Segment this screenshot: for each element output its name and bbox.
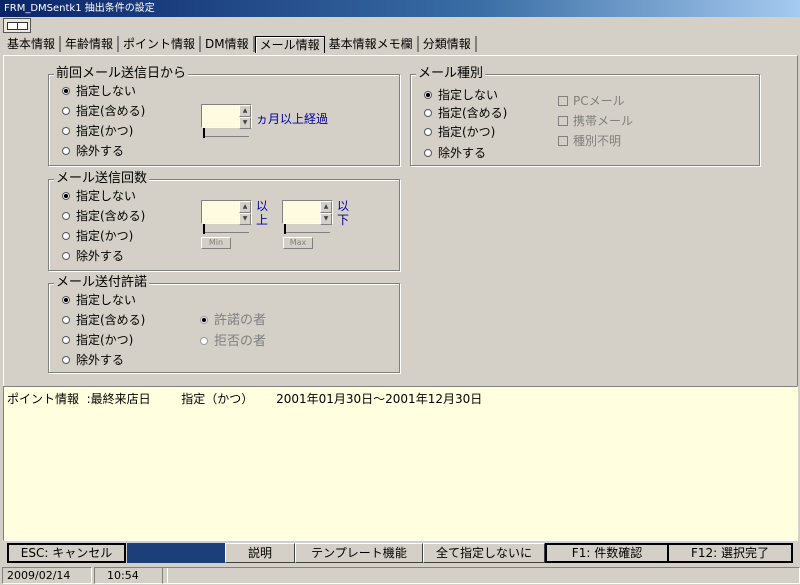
tab-strip: 基本情報 年齢情報 ポイント情報 DM情報 メール情報 基本情報メモ欄 分類情報: [3, 36, 477, 54]
radio-dot-icon: [62, 86, 70, 95]
max-spin-buttons[interactable]: ▲ ▼: [320, 201, 332, 225]
mail-type-radio-and[interactable]: 指定(かつ): [424, 123, 495, 142]
last-mail-radio-none[interactable]: 指定しない: [62, 82, 136, 101]
tab-point-info[interactable]: ポイント情報: [119, 36, 202, 52]
mail-type-radio-include[interactable]: 指定(含める): [424, 104, 507, 123]
last-mail-radio-include[interactable]: 指定(含める): [62, 102, 145, 121]
radio-dot-icon: [62, 126, 70, 135]
radio-dot-icon: [62, 355, 70, 364]
status-date: 2009/02/14: [2, 567, 92, 584]
condition-summary-box[interactable]: ポイント情報 :最終来店日 指定（かつ） 2001年01月30日～2001年12…: [3, 386, 798, 541]
tab-mail-info[interactable]: メール情報: [254, 36, 325, 53]
status-time: 10:54: [94, 567, 168, 584]
months-label: ヵ月以上経過: [256, 112, 329, 126]
max-label: 以下: [337, 199, 350, 227]
radio-dot-icon: [424, 148, 432, 157]
summary-line: ポイント情報 :最終来店日 指定（かつ） 2001年01月30日～2001年12…: [7, 392, 483, 406]
months-spin-buttons[interactable]: ▲ ▼: [239, 105, 251, 129]
mail-count-radio-exclude[interactable]: 除外する: [62, 247, 124, 266]
max-button[interactable]: Max: [283, 237, 313, 249]
help-button[interactable]: 説明: [225, 543, 295, 563]
radio-dot-icon: [62, 106, 70, 115]
book-icon[interactable]: [3, 18, 31, 33]
radio-dot-icon: [62, 335, 70, 344]
months-slider[interactable]: [203, 128, 249, 138]
mail-count-radio-none[interactable]: 指定しない: [62, 187, 136, 206]
blank-key: [127, 543, 225, 563]
tab-dm-info[interactable]: DM情報: [201, 36, 255, 52]
esc-cancel-button[interactable]: ESC: キャンセル: [7, 543, 126, 563]
radio-dot-icon: [200, 336, 208, 345]
min-spin-buttons[interactable]: ▲ ▼: [239, 201, 251, 225]
window-title: FRM_DMSentk1 抽出条件の設定: [4, 3, 155, 14]
status-bar: 2009/02/14 10:54: [0, 566, 800, 584]
permission-radio-exclude[interactable]: 除外する: [62, 351, 124, 370]
radio-dot-icon: [62, 295, 70, 304]
min-label: 以上: [256, 199, 269, 227]
mail-count-radio-include[interactable]: 指定(含める): [62, 207, 145, 226]
tab-age-info[interactable]: 年齢情報: [61, 36, 120, 52]
checkbox-icon: [558, 115, 568, 126]
count-min-spin-input[interactable]: ▲ ▼: [201, 200, 252, 225]
last-mail-radio-and[interactable]: 指定(かつ): [62, 122, 133, 141]
last-mail-legend: 前回メール送信日から: [54, 66, 189, 81]
count-max-slider[interactable]: [284, 224, 330, 234]
permission-legend: メール送付許諾: [54, 275, 150, 290]
unknown-type-checkbox[interactable]: 種別不明: [558, 132, 621, 150]
checkbox-icon: [558, 135, 568, 146]
tab-basic-memo[interactable]: 基本情報メモ欄: [325, 36, 419, 52]
title-bar: FRM_DMSentk1 抽出条件の設定: [0, 0, 800, 17]
function-key-bar: ESC: キャンセル 説明 テンプレート機能 全て指定しないに F1: 件数確認…: [3, 543, 796, 563]
f1-count-button[interactable]: F1: 件数確認: [545, 543, 669, 563]
months-spin-input[interactable]: ▲ ▼: [201, 104, 252, 129]
permission-radio-allowed[interactable]: 許諾の者: [200, 311, 266, 330]
clear-all-button[interactable]: 全て指定しないに: [423, 543, 545, 563]
radio-dot-icon: [62, 146, 70, 155]
radio-dot-icon: [424, 127, 432, 136]
mail-count-legend: メール送信回数: [54, 171, 150, 186]
f12-complete-button[interactable]: F12: 選択完了: [667, 543, 793, 563]
last-mail-radio-exclude[interactable]: 除外する: [62, 142, 124, 161]
mail-type-legend: メール種別: [416, 66, 486, 81]
spin-up-icon[interactable]: ▲: [320, 201, 332, 213]
status-message: [162, 567, 800, 584]
min-button[interactable]: Min: [201, 237, 231, 249]
radio-dot-icon: [62, 315, 70, 324]
permission-radio-none[interactable]: 指定しない: [62, 291, 136, 310]
permission-radio-and[interactable]: 指定(かつ): [62, 331, 133, 350]
radio-dot-icon: [62, 231, 70, 240]
radio-dot-icon: [424, 90, 432, 99]
tab-category-info[interactable]: 分類情報: [419, 36, 477, 52]
radio-dot-icon: [62, 191, 70, 200]
radio-dot-icon: [200, 315, 208, 324]
mail-type-radio-exclude[interactable]: 除外する: [424, 144, 486, 163]
radio-dot-icon: [62, 211, 70, 220]
spin-up-icon[interactable]: ▲: [239, 105, 251, 117]
spin-up-icon[interactable]: ▲: [239, 201, 251, 213]
mobile-mail-checkbox[interactable]: 携帯メール: [558, 112, 633, 130]
template-button[interactable]: テンプレート機能: [295, 543, 423, 563]
tab-basic-info[interactable]: 基本情報: [3, 36, 62, 52]
checkbox-icon: [558, 95, 568, 106]
mail-type-radio-none[interactable]: 指定しない: [424, 86, 498, 105]
permission-radio-denied[interactable]: 拒否の者: [200, 332, 266, 351]
count-min-slider[interactable]: [203, 224, 249, 234]
mail-count-radio-and[interactable]: 指定(かつ): [62, 227, 133, 246]
radio-dot-icon: [424, 108, 432, 117]
count-max-spin-input[interactable]: ▲ ▼: [282, 200, 333, 225]
permission-radio-include[interactable]: 指定(含める): [62, 311, 145, 330]
radio-dot-icon: [62, 251, 70, 260]
pc-mail-checkbox[interactable]: PCメール: [558, 92, 625, 110]
